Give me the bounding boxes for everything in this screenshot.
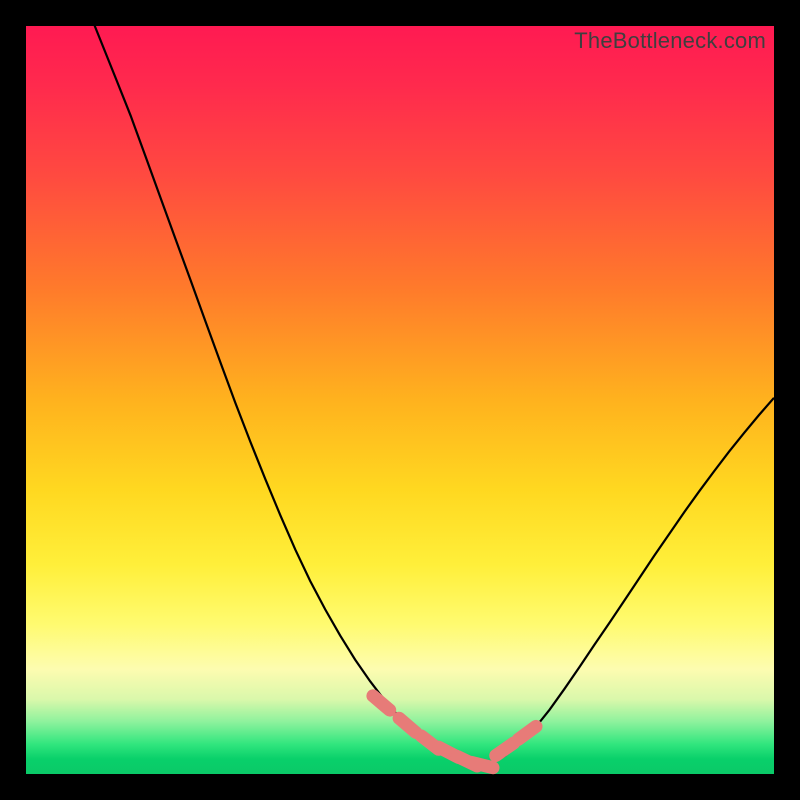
curve-markers [26,26,774,774]
plot-area: TheBottleneck.com [26,26,774,774]
chart-frame: TheBottleneck.com [0,0,800,800]
